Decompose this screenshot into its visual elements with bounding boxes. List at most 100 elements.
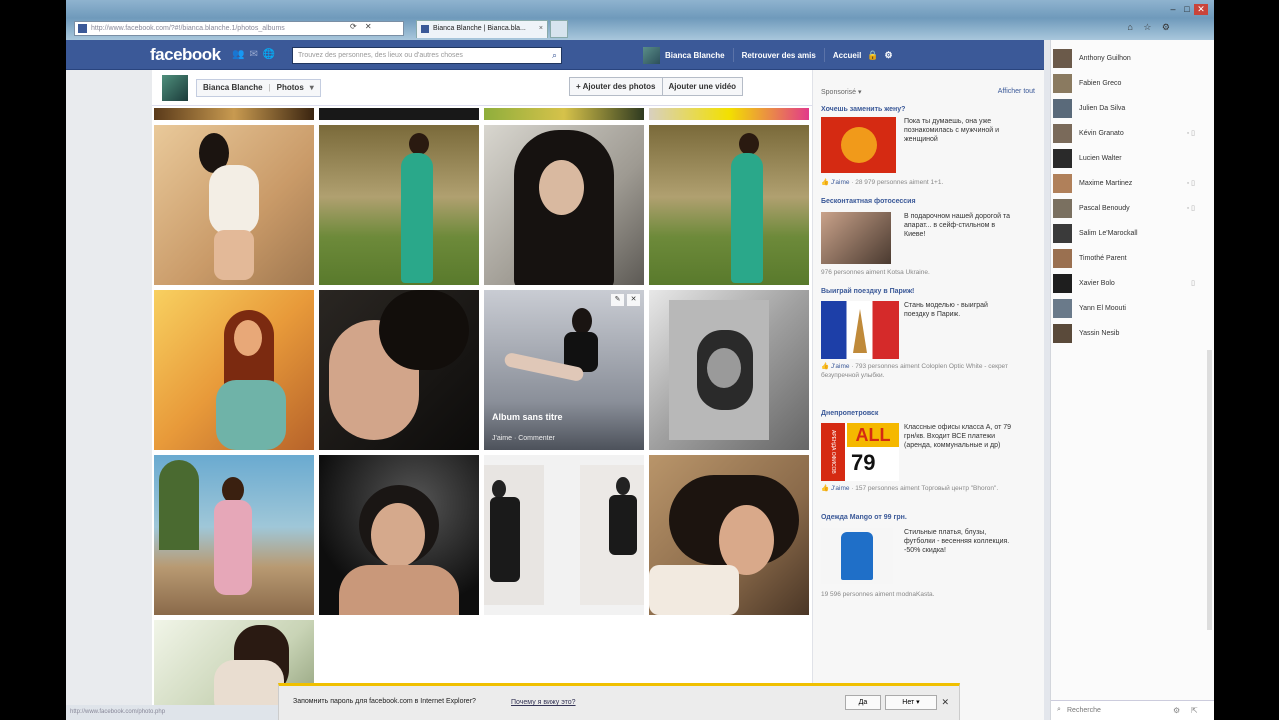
search-input[interactable]: Trouvez des personnes, des lieux ou d'au… [292,47,562,64]
ad-title[interactable]: Выиграй поездку в Париж! [821,288,1021,295]
photo-thumbnail[interactable] [649,125,809,285]
home-icon[interactable]: ⌂ [1127,22,1136,32]
friends-icon[interactable]: 👥 [232,49,249,60]
ad-item[interactable]: Одежда Mango от 99 грн. Стильные платья,… [821,514,1021,604]
facebook-logo[interactable]: facebook [150,45,221,65]
chat-friend[interactable]: Anthony Guilhon [1053,47,1199,69]
photo-thumbnail[interactable] [319,290,479,450]
close-window-icon[interactable]: ✕ [1194,4,1208,15]
chat-friend[interactable]: Julien Da Silva [1053,97,1199,119]
ad-footer-text: 976 personnes aiment Kotsa Ukraine. [821,269,930,276]
notifications-icon[interactable]: 🌐 [263,49,280,60]
chat-friend[interactable]: Yann El Moouti [1053,297,1199,319]
photo-thumbnail[interactable] [484,125,644,285]
chevron-down-icon[interactable]: ▾ [858,89,862,96]
chat-friend[interactable]: Xavier Bolo ▯ [1053,272,1199,294]
no-button[interactable]: Нет ▾ [885,695,937,710]
ad-image[interactable] [821,117,896,173]
lock-icon[interactable]: 🔒 [867,50,878,61]
see-all-link[interactable]: Afficher tout [998,88,1035,95]
close-icon[interactable]: ✕ [941,697,949,708]
ad-title[interactable]: Хочешь заменить жену? [821,106,1021,113]
nav-find-friends[interactable]: Retrouver des amis [742,51,816,60]
ad-image[interactable]: АРЕНДА ОФИСОВ ALL 79 [821,423,899,481]
yes-button[interactable]: Да [845,695,881,710]
ad-footer: 👍 J'aime · 793 personnes aiment Coloplen… [821,362,1021,380]
add-video-button[interactable]: Ajouter une vidéo [662,77,744,96]
tools-icon[interactable]: ⚙ [1162,22,1174,32]
gear-icon[interactable]: ⚙ [885,50,893,61]
profile-avatar[interactable] [162,75,188,101]
search-icon[interactable]: ⌕ [552,48,557,63]
notification-why-link[interactable]: Почему я вижу это? [511,699,576,706]
ad-item[interactable]: Бесконтактная фотосессия В подарочном на… [821,198,1021,280]
photo-partial[interactable] [154,108,314,120]
photo-thumbnail[interactable] [154,455,314,615]
ad-image[interactable] [821,528,893,584]
new-tab-button[interactable] [550,20,568,38]
tab-close-icon[interactable]: × [539,21,543,37]
ad-image[interactable] [821,212,891,264]
no-button-label: Нет [902,699,915,706]
photo-thumbnail[interactable] [154,125,314,285]
nav-user-name[interactable]: Bianca Blanche [665,51,725,60]
photo-thumbnail[interactable] [319,455,479,615]
ad-title[interactable]: Днепропетровск [821,410,1021,417]
messages-icon[interactable]: ✉ [249,49,262,60]
album-actions[interactable]: J'aime · Commenter [492,435,555,442]
photo-partial[interactable] [649,108,809,120]
sponsored-label: Sponsorisé [821,89,857,96]
breadcrumb-section[interactable]: Photos [277,80,304,96]
chat-friend[interactable]: Maxime Martinez ▫ ▯ [1053,172,1199,194]
gear-icon[interactable]: ⚙ [1173,706,1180,715]
chevron-down-icon[interactable]: ▾ [916,699,920,706]
ad-like-link[interactable]: J'aime [831,485,850,492]
ad-title[interactable]: Одежда Mango от 99 грн. [821,514,1021,521]
photo-partial[interactable] [484,108,644,120]
photo-partial[interactable] [319,108,479,120]
chat-sidebar: Anthony Guilhon Fabien Greco Julien Da S… [1050,40,1214,720]
chevron-down-icon[interactable]: ▾ [310,80,314,96]
popout-icon[interactable]: ⇱ [1191,706,1198,715]
facebook-top-bar: facebook 👥✉🌐 Trouvez des personnes, des … [66,40,1044,70]
ad-like-link[interactable]: J'aime [831,363,850,370]
pencil-icon[interactable]: ✎ [611,294,624,306]
maximize-icon[interactable]: □ [1180,4,1194,14]
ad-item[interactable]: Днепропетровск АРЕНДА ОФИСОВ ALL 79 Клас… [821,410,1021,510]
chat-friend[interactable]: Pascal Benoudy ▫ ▯ [1053,197,1199,219]
ad-item[interactable]: Хочешь заменить жену? Пока ты думаешь, о… [821,106,1021,192]
ad-like-link[interactable]: J'aime [831,179,850,186]
photo-thumbnail[interactable] [484,455,644,615]
chat-scrollbar[interactable] [1207,350,1212,630]
ad-description: Классные офисы класса А, от 79 грн/кв. В… [904,424,1012,449]
chat-friend[interactable]: Kévin Granato ▫ ▯ [1053,122,1199,144]
address-bar-icons[interactable]: ⟳ ✕ [350,22,375,31]
breadcrumb[interactable]: Bianca Blanche | Photos ▾ [196,79,321,97]
chat-friend[interactable]: Lucien Walter [1053,147,1199,169]
avatar [1053,273,1072,293]
nav-home[interactable]: Accueil [833,51,861,60]
album-title[interactable]: Album sans titre [492,412,563,422]
photo-thumbnail[interactable] [154,290,314,450]
photo-thumbnail[interactable]: ✎ ✕ Album sans titre J'aime · Commenter [484,290,644,450]
favorites-icon[interactable]: ☆ [1143,22,1155,32]
ad-item[interactable]: Выиграй поездку в Париж! Стань моделью -… [821,288,1021,398]
status-bar: http://www.facebook.com/photo.php [66,705,278,720]
chat-search-input[interactable]: ⌕ Recherche ⚙ ⇱ [1051,700,1214,720]
browser-tab[interactable]: Bianca Blanche | Bianca.bla... × [416,20,548,38]
photo-thumbnail[interactable] [649,455,809,615]
ad-title[interactable]: Бесконтактная фотосессия [821,198,1021,205]
friend-name: Maxime Martinez [1079,179,1133,187]
photo-thumbnail[interactable] [649,290,809,450]
chat-friend[interactable]: Salim Le'Marockall [1053,222,1199,244]
chat-friend[interactable]: Yassin Nesib [1053,322,1199,344]
chat-friend[interactable]: Timothé Parent [1053,247,1199,269]
ad-image[interactable] [821,301,899,359]
close-icon[interactable]: ✕ [627,294,640,306]
minimize-icon[interactable]: – [1166,4,1180,14]
breadcrumb-name[interactable]: Bianca Blanche [203,80,263,96]
avatar[interactable] [643,46,660,64]
photo-thumbnail[interactable] [319,125,479,285]
chat-friend[interactable]: Fabien Greco [1053,72,1199,94]
add-photos-button[interactable]: + Ajouter des photos [569,77,663,96]
